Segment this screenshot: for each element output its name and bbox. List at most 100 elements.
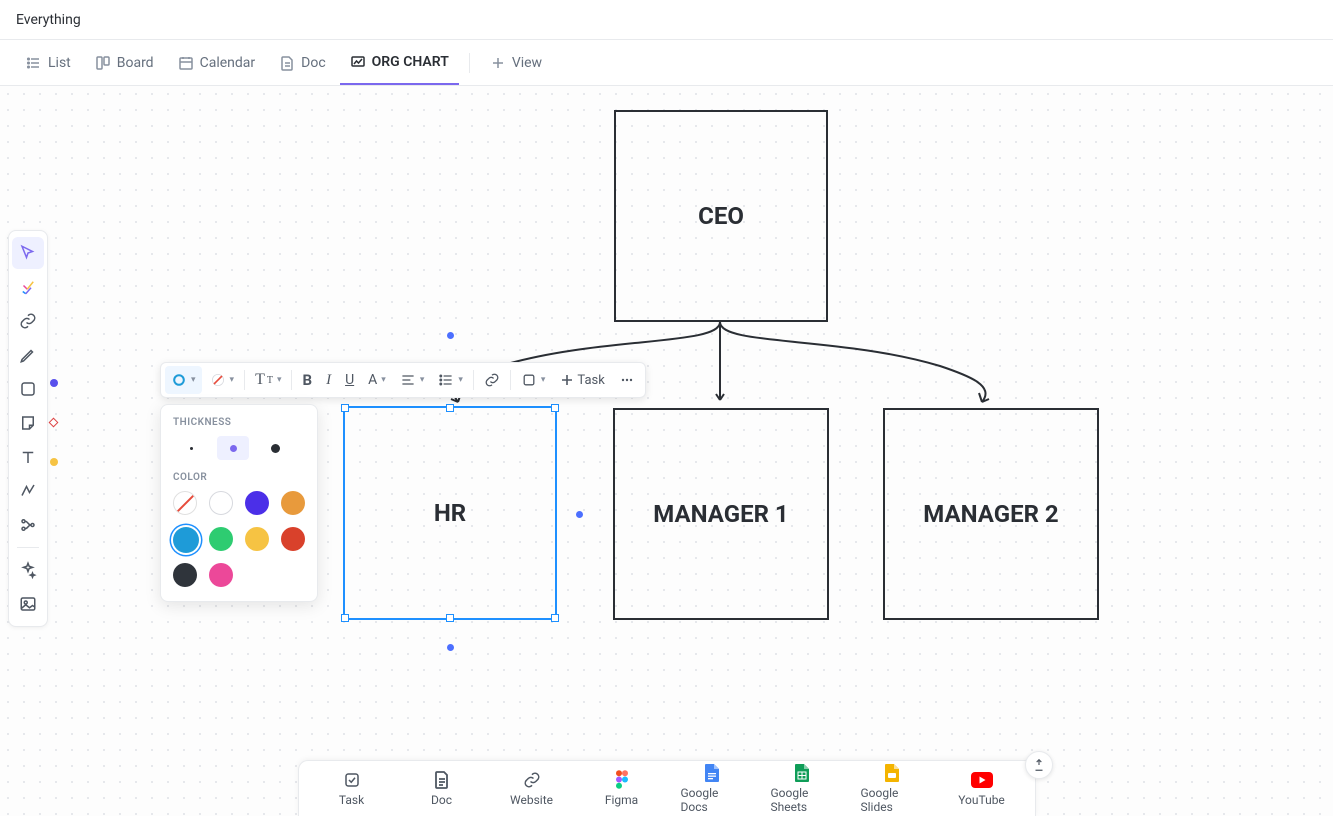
color-swatches (173, 491, 305, 591)
fill-color-button[interactable]: ▾ (204, 366, 241, 394)
ai-tool[interactable] (12, 554, 44, 586)
pin-dock-button[interactable] (1025, 751, 1053, 779)
pen-indicator-dot (50, 379, 58, 387)
thickness-label: THICKNESS (173, 417, 305, 428)
resize-handle-n[interactable] (446, 404, 454, 412)
toolbar-separator (244, 370, 245, 390)
underline-button[interactable]: U (339, 366, 360, 394)
shape-tool[interactable] (12, 373, 44, 405)
tab-calendar-label: Calendar (200, 55, 256, 71)
resize-handle-ne[interactable] (551, 404, 559, 412)
color-green[interactable] (209, 527, 233, 551)
more-options-button[interactable] (613, 366, 641, 394)
toolbox-separator (17, 547, 39, 548)
node-hr[interactable]: HR (343, 406, 557, 620)
color-blue[interactable] (173, 527, 199, 553)
color-red[interactable] (281, 527, 305, 551)
color-none[interactable] (173, 491, 197, 515)
text-tool[interactable] (12, 441, 44, 473)
left-toolbox (8, 230, 48, 627)
caret-icon: ▾ (191, 375, 196, 385)
resize-handle-s[interactable] (446, 614, 454, 622)
dock-gsheets[interactable]: Google Sheets (771, 764, 833, 814)
shape-indicator (49, 418, 59, 428)
color-orange[interactable] (281, 491, 305, 515)
tab-org-chart[interactable]: ORG CHART (340, 40, 459, 85)
dock-figma-label: Figma (605, 793, 638, 807)
tab-add-view-label: View (512, 55, 542, 71)
pen-tool[interactable] (12, 339, 44, 371)
color-white[interactable] (209, 491, 233, 515)
list-style-button[interactable]: ▾ (432, 366, 469, 394)
thickness-thick[interactable] (259, 436, 291, 460)
bold-button[interactable]: B (296, 366, 318, 394)
tab-org-chart-label: ORG CHART (372, 54, 449, 70)
hyperlink-button[interactable] (478, 366, 506, 394)
border-style-popover: THICKNESS COLOR (160, 404, 318, 602)
font-size-button[interactable]: TT ▾ (249, 366, 287, 394)
node-manager-1[interactable]: MANAGER 1 (613, 408, 829, 620)
dock-doc[interactable]: Doc (411, 771, 473, 807)
dock-gdocs[interactable]: Google Docs (681, 764, 743, 814)
toolbar-separator (510, 370, 511, 390)
figma-icon (615, 771, 629, 789)
link-tool[interactable] (12, 305, 44, 337)
dock-youtube[interactable]: YouTube (951, 771, 1013, 807)
anchor-top[interactable] (447, 332, 454, 339)
page-title: Everything (16, 12, 81, 28)
text-color-button[interactable]: A ▾ (362, 366, 392, 394)
resize-handle-sw[interactable] (341, 614, 349, 622)
task-icon (343, 771, 361, 789)
node-manager-2-label: MANAGER 2 (923, 500, 1058, 528)
view-tabs: List Board Calendar Doc ORG CHART View (0, 40, 1333, 86)
dock-figma[interactable]: Figma (591, 771, 653, 807)
mindmap-tool[interactable] (12, 509, 44, 541)
shape-switch-button[interactable]: ▾ (515, 366, 552, 394)
connector-tool[interactable] (12, 475, 44, 507)
resize-handle-se[interactable] (551, 614, 559, 622)
dock-website[interactable]: Website (501, 771, 563, 807)
convert-to-task-label: Task (577, 373, 604, 388)
toolbar-separator (473, 370, 474, 390)
dock-gsheets-label: Google Sheets (771, 786, 833, 814)
dock-youtube-label: YouTube (958, 793, 1005, 807)
thickness-thin[interactable] (175, 436, 207, 460)
dock-task[interactable]: Task (321, 771, 383, 807)
tab-doc[interactable]: Doc (269, 40, 336, 85)
gslides-icon (885, 764, 899, 782)
dock-gslides-label: Google Slides (861, 786, 923, 814)
list-icon (26, 55, 42, 71)
dock-gslides[interactable]: Google Slides (861, 764, 923, 814)
color-pink[interactable] (209, 563, 233, 587)
caret-icon: ▾ (458, 375, 463, 385)
sticky-tool[interactable] (12, 407, 44, 439)
tab-board[interactable]: Board (85, 40, 164, 85)
italic-button[interactable]: I (320, 366, 337, 394)
calendar-icon (178, 55, 194, 71)
color-yellow[interactable] (245, 527, 269, 551)
doc-icon (434, 771, 450, 789)
select-tool[interactable] (12, 237, 44, 269)
caret-icon: ▾ (381, 375, 386, 385)
tab-list-label: List (48, 55, 71, 71)
resize-handle-nw[interactable] (341, 404, 349, 412)
plus-icon (490, 55, 506, 71)
image-tool[interactable] (12, 588, 44, 620)
gsheets-icon (795, 764, 809, 782)
tab-add-view[interactable]: View (480, 40, 552, 85)
align-button[interactable]: ▾ (394, 366, 431, 394)
board-icon (95, 55, 111, 71)
thickness-medium[interactable] (217, 436, 249, 460)
color-charcoal[interactable] (173, 563, 197, 587)
task-tool[interactable] (12, 271, 44, 303)
node-manager-2[interactable]: MANAGER 2 (883, 408, 1099, 620)
tab-calendar[interactable]: Calendar (168, 40, 266, 85)
anchor-right[interactable] (576, 511, 583, 518)
whiteboard-canvas[interactable]: CEO HR MANAGER 1 MANAGER 2 (0, 86, 1333, 816)
anchor-bottom[interactable] (447, 644, 454, 651)
node-ceo[interactable]: CEO (614, 110, 828, 322)
border-color-button[interactable]: ▾ (165, 366, 202, 394)
convert-to-task-button[interactable]: Task (553, 366, 610, 394)
color-indigo[interactable] (245, 491, 269, 515)
tab-list[interactable]: List (16, 40, 81, 85)
